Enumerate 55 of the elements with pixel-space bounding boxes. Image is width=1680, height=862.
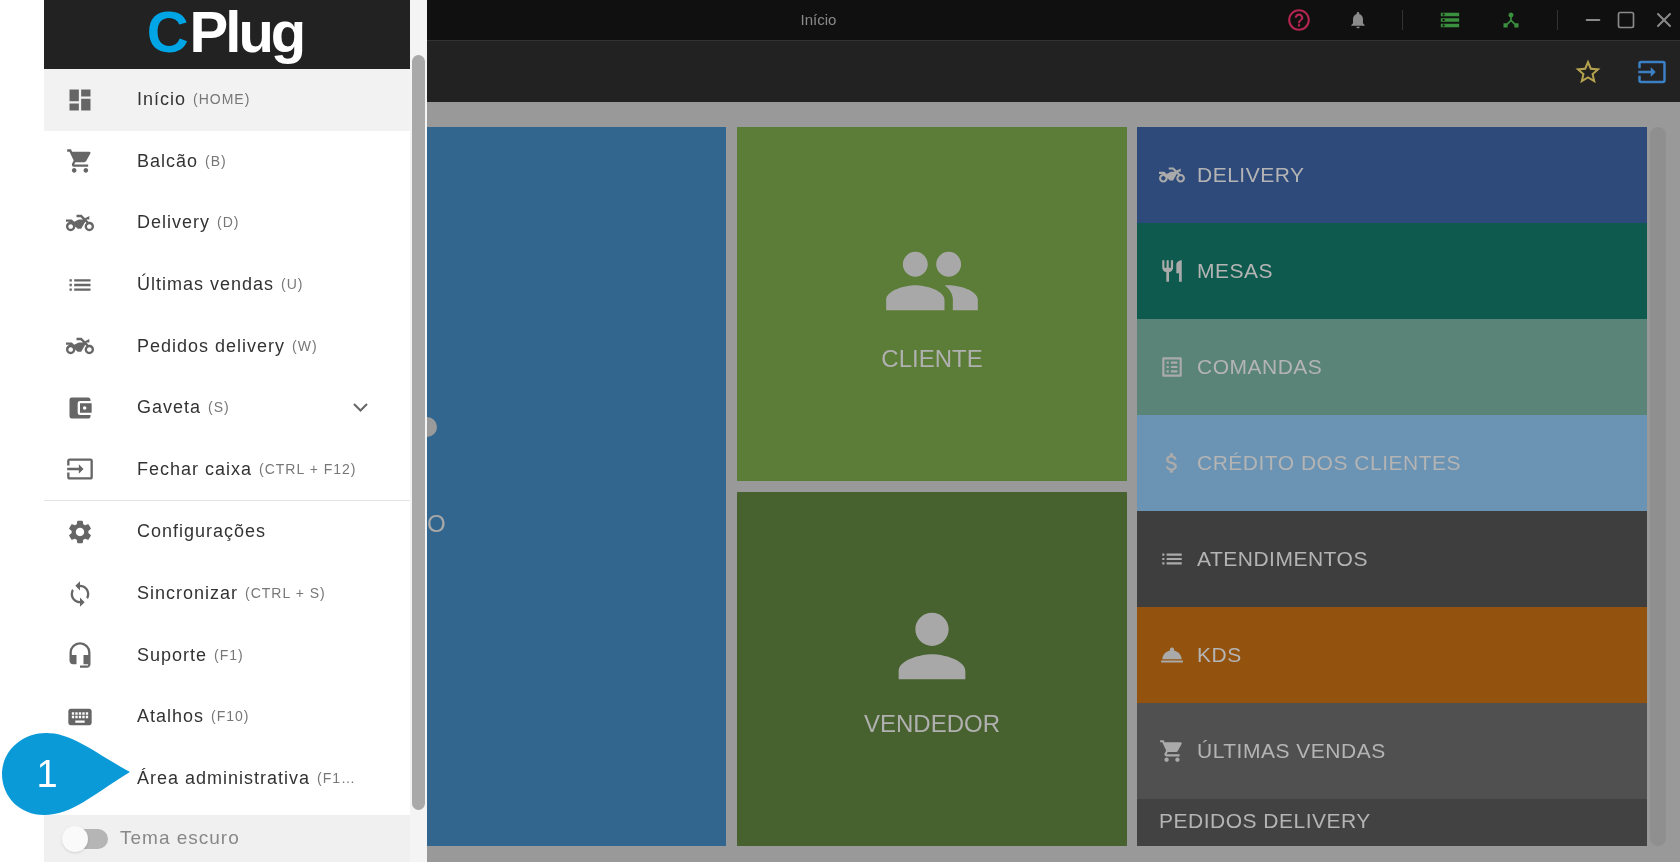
menu-label: Atalhos <box>137 705 205 729</box>
shortcut-text: (HOME) <box>193 90 251 110</box>
list-tile[interactable]: ÚLTIMAS VENDAS <box>1137 703 1647 799</box>
tile-label: KDS <box>1197 642 1242 669</box>
scrollbar-thumb[interactable] <box>412 55 425 810</box>
callout-tooltip: 1 <box>2 733 130 815</box>
notification-icon[interactable] <box>1348 10 1368 30</box>
shortcut-text: (U) <box>281 275 304 295</box>
shortcut-text: (F1… <box>317 768 357 788</box>
tile-label: MESAS <box>1197 258 1274 285</box>
tile-icon <box>427 417 437 437</box>
tile-label: ÚLTIMAS VENDAS <box>1197 738 1386 765</box>
shortcut-text: (S) <box>208 398 230 418</box>
shortcut-text: (B) <box>205 151 227 171</box>
help-icon[interactable] <box>1286 7 1312 33</box>
shortcut-text: (W) <box>292 336 318 356</box>
shortcut-text: (CTRL + S) <box>245 584 326 604</box>
shortcut-text: (F1) <box>214 645 244 665</box>
tile-label: VENDEDOR <box>864 709 1000 739</box>
menu-label: Gaveta <box>137 396 202 420</box>
menu-label: Delivery <box>137 211 210 235</box>
tile-label: PEDIDOS DELIVERY <box>1159 808 1371 834</box>
tile-label: ATENDIMENTOS <box>1197 546 1368 573</box>
toggle-label: Tema escuro <box>120 826 240 851</box>
list-tile[interactable]: DELIVERY <box>1137 127 1647 223</box>
window-title: Início <box>800 9 837 30</box>
menu-label: Sincronizar <box>137 582 239 606</box>
cart-icon <box>1159 738 1185 764</box>
shortcut-text: (CTRL + F12) <box>259 459 357 479</box>
menu-label: Suporte <box>137 643 208 667</box>
menu-label: Configurações <box>137 520 267 544</box>
tile-label: DELIVERY <box>1197 162 1305 189</box>
menu-label: Início <box>137 88 187 112</box>
menu-label: Fechar caixa <box>137 457 253 481</box>
tile-label: CRÉDITO DOS CLIENTES <box>1197 450 1461 477</box>
maximize-icon[interactable] <box>1616 10 1636 30</box>
list-tile[interactable]: MESAS <box>1137 223 1647 319</box>
menu-item[interactable]: Início (HOME) <box>44 69 410 131</box>
list-tile[interactable]: PEDIDOS DELIVERY <box>1137 799 1647 846</box>
tile-label: CLIENTE <box>881 344 983 374</box>
shortcut-text: (D) <box>217 213 240 233</box>
menu-label: Últimas vendas <box>137 272 275 297</box>
toggle-switch[interactable] <box>64 828 108 849</box>
menu-label: Pedidos delivery <box>137 334 286 358</box>
shortcut-text: (F10) <box>211 707 250 727</box>
tile-label: O <box>427 512 447 536</box>
network-icon[interactable] <box>1501 10 1521 30</box>
chevron-icon <box>353 403 368 413</box>
menu-label: Balcão <box>137 149 199 173</box>
list-tile[interactable]: ATENDIMENTOS <box>1137 511 1647 607</box>
tile-label: COMANDAS <box>1197 354 1323 381</box>
list-icon <box>1159 354 1185 380</box>
logo-mark: C <box>146 3 188 61</box>
menu-label: Área administrativa <box>137 766 311 790</box>
fork-knife-icon <box>1159 258 1185 284</box>
